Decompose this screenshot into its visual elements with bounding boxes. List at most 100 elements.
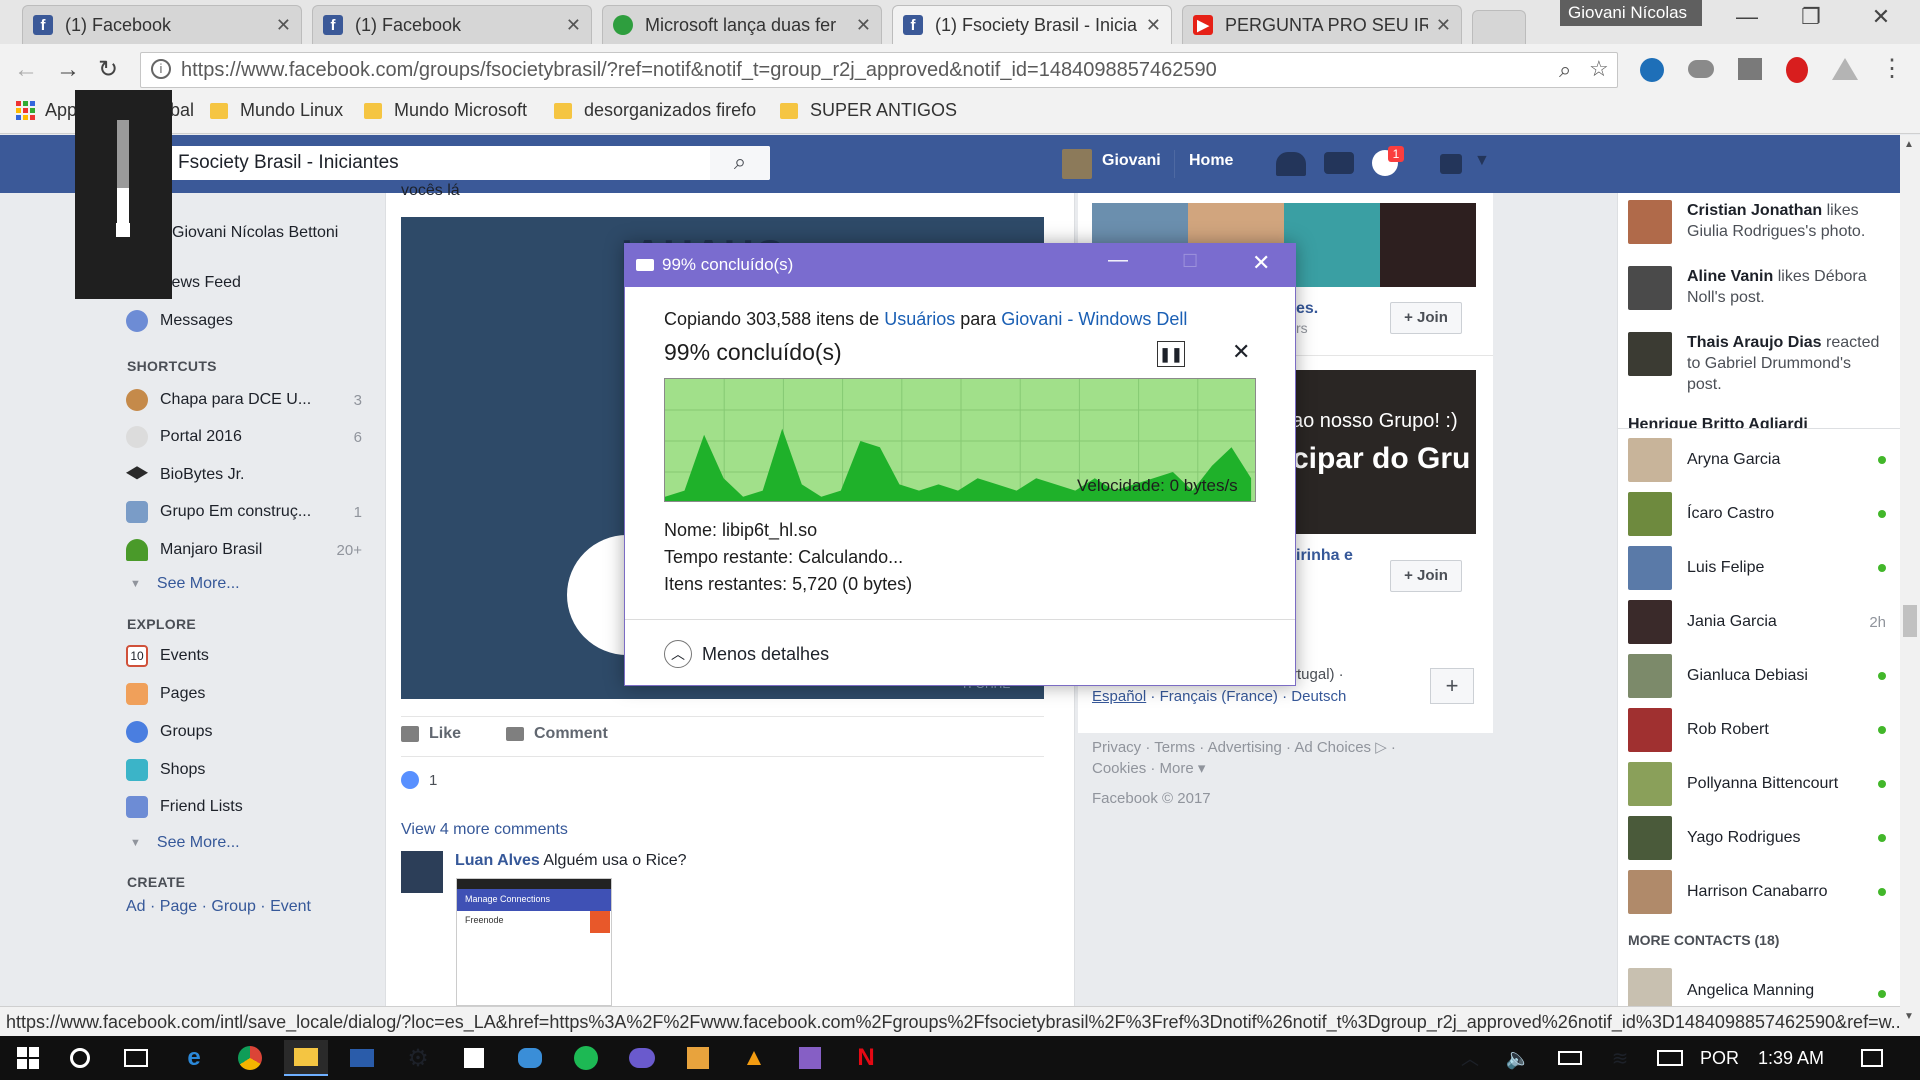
shortcut-biobytes[interactable]: BioBytes Jr.	[126, 464, 362, 486]
bookmark-mundo-linux[interactable]: Mundo Linux	[210, 100, 343, 121]
new-tab-button[interactable]	[1472, 10, 1526, 44]
home-link[interactable]: Home	[1189, 152, 1233, 170]
edge-icon[interactable]: e	[172, 1040, 216, 1076]
explore-pages[interactable]: Pages	[126, 683, 205, 705]
app-icon[interactable]	[508, 1040, 552, 1076]
explore-groups[interactable]: Groups	[126, 721, 212, 743]
close-tab-icon[interactable]: ✕	[1436, 15, 1451, 36]
restore-icon[interactable]: ❐	[1786, 4, 1836, 38]
cortana-icon[interactable]	[58, 1040, 102, 1076]
clock[interactable]: 1:39 AM	[1758, 1048, 1824, 1069]
contact-item[interactable]: Harrison Canabarro	[1628, 870, 1886, 914]
info-icon[interactable]: i	[151, 59, 171, 79]
menu-kebab-icon[interactable]: ⋮	[1880, 54, 1904, 83]
footer-more[interactable]: More	[1160, 760, 1194, 777]
matlab-icon[interactable]: ▲	[732, 1040, 776, 1076]
tab-fsociety-active[interactable]: f (1) Fsociety Brasil - Inicia ✕	[892, 5, 1172, 44]
tab-microsoft-news[interactable]: Microsoft lança duas fer ✕	[602, 5, 882, 44]
app-icon[interactable]	[620, 1040, 664, 1076]
extension-reader-icon[interactable]	[1738, 58, 1762, 80]
language-link-espanol[interactable]: Español	[1092, 688, 1146, 705]
bookmark-desorganizados[interactable]: desorganizados firefo	[554, 100, 790, 121]
shortcut-portal-2016[interactable]: Portal 2016 6	[126, 426, 362, 448]
close-icon[interactable]: ✕	[1252, 250, 1270, 276]
shortcuts-see-more[interactable]: ▼ See More...	[130, 575, 240, 593]
volume-thumb[interactable]	[116, 223, 130, 237]
star-icon[interactable]: ☆	[1589, 56, 1609, 82]
tab-youtube[interactable]: ▶ PERGUNTA PRO SEU IRM ✕	[1182, 5, 1462, 44]
reaction-summary[interactable]: 1	[401, 771, 437, 789]
close-window-icon[interactable]: ✕	[1856, 4, 1906, 38]
create-group-link[interactable]: Group	[211, 898, 255, 915]
wifi-icon[interactable]: ≋	[1598, 1040, 1642, 1076]
avatar[interactable]	[1062, 149, 1092, 179]
contact-item[interactable]: Angelica Manning	[1628, 968, 1886, 1006]
cancel-copy-icon[interactable]: ✕	[1232, 339, 1250, 365]
chevron-up-icon[interactable]: ︿	[1448, 1040, 1492, 1076]
join-group-button[interactable]: + Join	[1390, 302, 1462, 334]
destination-link[interactable]: Giovani - Windows Dell	[1001, 309, 1187, 329]
bookmark-super-antigos[interactable]: SUPER ANTIGOS	[780, 100, 957, 121]
bookmark-mundo-microsoft[interactable]: Mundo Microsoft	[364, 100, 527, 121]
tab-facebook-2[interactable]: f (1) Facebook ✕	[312, 5, 592, 44]
footer-terms[interactable]: Terms	[1154, 739, 1195, 756]
comment-attachment[interactable]: Manage Connections Freenode	[456, 878, 612, 1006]
close-tab-icon[interactable]: ✕	[276, 15, 291, 36]
profile-link[interactable]: Giovani	[1102, 152, 1161, 170]
store-icon[interactable]	[452, 1040, 496, 1076]
add-language-button[interactable]: +	[1430, 668, 1474, 704]
scroll-up-icon[interactable]: ▲	[1904, 139, 1914, 150]
ticker-item[interactable]: Thais Araujo Dias reacted to Gabriel Dru…	[1628, 332, 1886, 395]
close-tab-icon[interactable]: ✕	[856, 15, 871, 36]
group-name-b[interactable]: irinha e	[1296, 547, 1353, 565]
extension-cloud-icon[interactable]	[1688, 60, 1714, 78]
shortcut-grupo-em-construcao[interactable]: Grupo Em construç... 1	[126, 501, 362, 523]
privacy-shortcuts-icon[interactable]	[1440, 154, 1462, 174]
contact-item[interactable]: Jania Garcia 2h	[1628, 600, 1886, 644]
language-link-deutsch[interactable]: Deutsch	[1291, 688, 1346, 705]
close-tab-icon[interactable]: ✕	[1146, 15, 1161, 36]
shortcut-manjaro-brasil[interactable]: Manjaro Brasil 20+	[126, 539, 362, 561]
ticker-item-partial[interactable]: Henrique Britto Agliardi	[1628, 414, 1886, 428]
extension-globe-icon[interactable]	[1640, 58, 1664, 82]
footer-advertising[interactable]: Advertising	[1208, 739, 1282, 756]
footer-cookies[interactable]: Cookies	[1092, 760, 1146, 777]
spotify-icon[interactable]	[564, 1040, 608, 1076]
group-name-a[interactable]: es.	[1296, 300, 1318, 318]
input-language[interactable]: POR	[1700, 1048, 1739, 1069]
footer-privacy[interactable]: Privacy	[1092, 739, 1141, 756]
contact-item[interactable]: Gianluca Debiasi	[1628, 654, 1886, 698]
language-link-french[interactable]: Français (France)	[1160, 688, 1278, 705]
facebook-search-input[interactable]: Fsociety Brasil - Iniciantes	[170, 146, 770, 180]
visual-studio-icon[interactable]	[788, 1040, 832, 1076]
contact-item[interactable]: Rob Robert	[1628, 708, 1886, 752]
left-nav-messages[interactable]: Messages	[126, 310, 233, 332]
ticker-item[interactable]: Aline Vanin likes Débora Noll's post.	[1628, 266, 1886, 310]
task-view-icon[interactable]	[114, 1040, 158, 1076]
profile-badge[interactable]: Giovani Nícolas	[1560, 0, 1702, 26]
messages-icon[interactable]	[1324, 152, 1354, 174]
ticker-item[interactable]: Cristian Jonathan likes Giulia Rodrigues…	[1628, 200, 1886, 244]
volume-icon[interactable]: 🔈	[1496, 1040, 1540, 1076]
account-menu-chevron-icon[interactable]: ▼	[1474, 152, 1490, 170]
pause-button[interactable]: ❚❚	[1157, 341, 1185, 367]
address-bar[interactable]: i https://www.facebook.com/groups/fsocie…	[140, 52, 1618, 88]
minimize-icon[interactable]: —	[1108, 249, 1128, 272]
forward-icon[interactable]: →	[56, 56, 80, 84]
minimize-icon[interactable]: —	[1722, 4, 1772, 38]
friend-requests-icon[interactable]	[1276, 152, 1306, 176]
dialog-title-bar[interactable]: 99% concluído(s) — ☐ ✕	[624, 243, 1296, 287]
comment-author[interactable]: Luan Alves	[455, 852, 540, 869]
settings-gear-icon[interactable]: ⚙	[396, 1040, 440, 1076]
contact-item[interactable]: Ícaro Castro	[1628, 492, 1886, 536]
scroll-down-icon[interactable]: ▼	[1904, 1011, 1914, 1022]
opera-extension-icon[interactable]	[1786, 57, 1808, 83]
shortcut-chapa-dce[interactable]: Chapa para DCE U... 3	[126, 389, 362, 411]
file-explorer-icon[interactable]	[284, 1040, 328, 1076]
create-ad-link[interactable]: Ad	[126, 898, 146, 915]
back-icon[interactable]: ←	[14, 56, 38, 84]
scrollbar[interactable]: ▲ ▼	[1900, 135, 1920, 1036]
join-group-button[interactable]: + Join	[1390, 560, 1462, 592]
less-details-button[interactable]: ︿ Menos detalhes	[664, 640, 829, 668]
scrollbar-thumb[interactable]	[1903, 605, 1917, 637]
